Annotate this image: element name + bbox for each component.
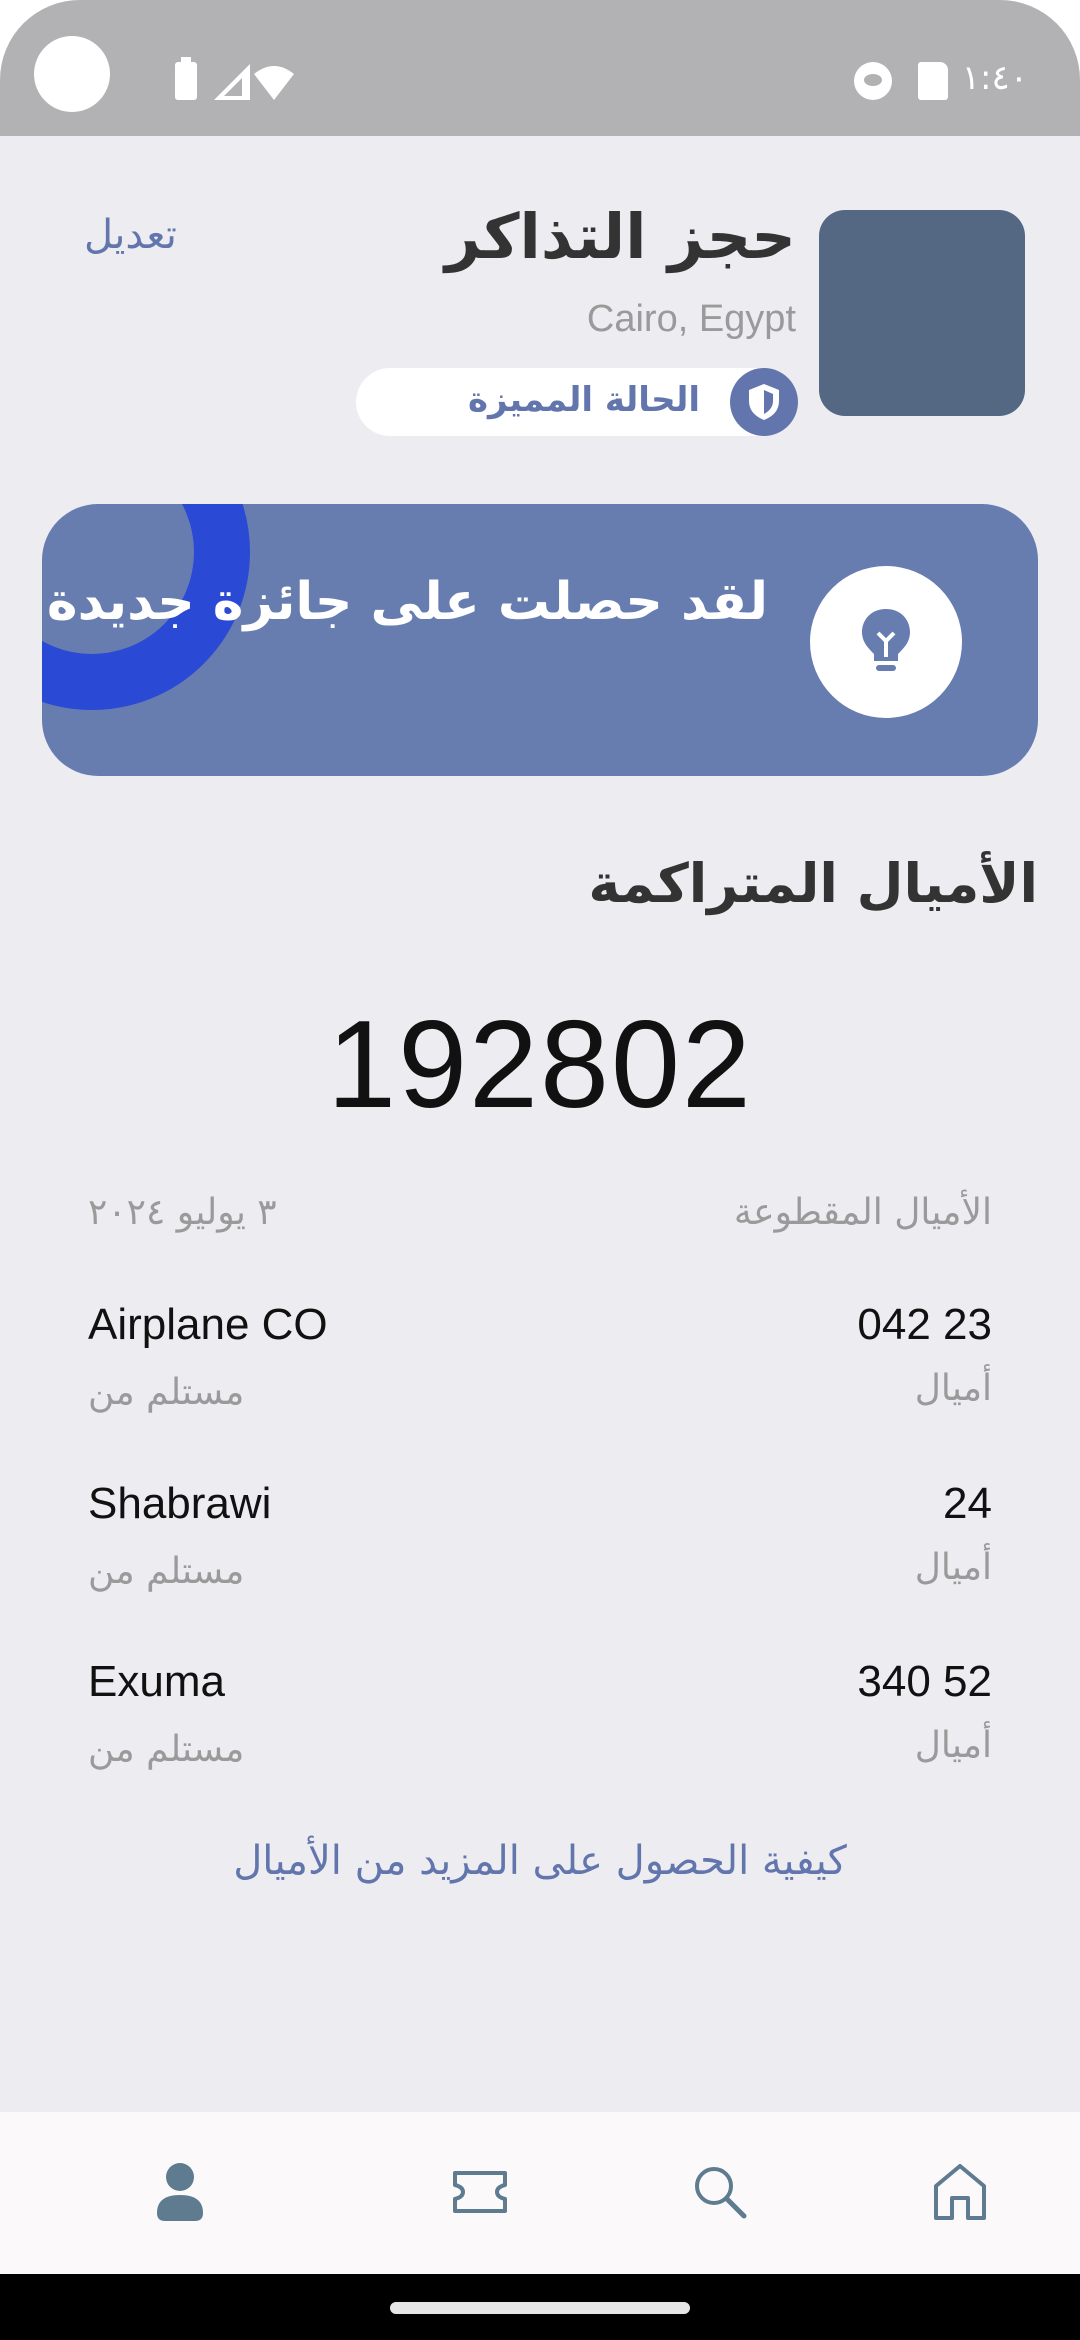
signal-icon xyxy=(214,64,250,100)
location-text: Cairo, Egypt xyxy=(586,298,796,340)
nav-tickets[interactable] xyxy=(440,2152,520,2232)
premium-status-badge[interactable]: الحالة المميزة xyxy=(356,368,798,436)
transaction-amount: 340 52 xyxy=(857,1657,992,1706)
accumulated-miles-title: الأميال المتراكمة xyxy=(588,852,1038,915)
transaction-source: Airplane CO xyxy=(88,1300,328,1349)
miles-total: 192802 xyxy=(327,996,753,1134)
notification-app-icon xyxy=(854,62,892,100)
transaction-unit: أميال xyxy=(914,1725,992,1766)
status-time: ١:٤٠ xyxy=(961,58,1028,98)
transaction-row[interactable]: Shabrawi مستلم من 24 أميال xyxy=(88,1479,992,1619)
transaction-source: Exuma xyxy=(88,1657,225,1706)
app-screen: ١:٤٠ حجز التذاكر Cairo, Egypt تعديل الحا… xyxy=(0,0,1080,2340)
status-bar: ١:٤٠ xyxy=(0,0,1080,136)
home-gesture-handle[interactable] xyxy=(390,2302,690,2314)
transaction-unit: أميال xyxy=(914,1547,992,1588)
nav-profile[interactable] xyxy=(140,2152,220,2232)
traveled-miles-label: الأميال المقطوعة xyxy=(733,1192,992,1233)
reward-text: لقد حصلت على جائزة جديدة xyxy=(46,572,768,632)
page-title: حجز التذاكر xyxy=(444,200,796,273)
transaction-row[interactable]: Exuma مستلم من 340 52 أميال xyxy=(88,1657,992,1797)
sd-card-icon xyxy=(918,62,948,100)
transaction-amount: 042 23 xyxy=(857,1300,992,1349)
earn-more-miles-link[interactable]: كيفية الحصول على المزيد من الأميال xyxy=(0,1838,1080,1884)
edit-button[interactable]: تعديل xyxy=(84,212,177,258)
transaction-source: Shabrawi xyxy=(88,1479,272,1528)
transaction-source-label: مستلم من xyxy=(88,1372,245,1413)
bottom-navigation xyxy=(0,2112,1080,2274)
avatar[interactable] xyxy=(819,210,1025,416)
lightbulb-icon xyxy=(810,566,962,718)
gesture-navigation-bar xyxy=(0,2274,1080,2340)
transaction-unit: أميال xyxy=(914,1368,992,1409)
nav-home[interactable] xyxy=(920,2152,1000,2232)
profile-icon xyxy=(157,2163,203,2221)
battery-icon xyxy=(175,57,197,100)
miles-date: ٣ يوليو ٢٠٢٤ xyxy=(88,1192,277,1233)
camera-cutout xyxy=(34,36,110,112)
transaction-amount: 24 xyxy=(943,1479,992,1528)
transaction-row[interactable]: Airplane CO مستلم من 042 23 أميال xyxy=(88,1300,992,1440)
home-icon xyxy=(934,2164,986,2220)
transaction-source-label: مستلم من xyxy=(88,1551,245,1592)
status-label: الحالة المميزة xyxy=(467,380,700,420)
wifi-icon xyxy=(254,66,294,100)
reward-banner[interactable]: لقد حصلت على جائزة جديدة xyxy=(42,504,1038,776)
nav-search[interactable] xyxy=(680,2152,760,2232)
transaction-source-label: مستلم من xyxy=(88,1729,245,1770)
shield-icon xyxy=(730,368,798,436)
ticket-icon xyxy=(453,2171,507,2213)
search-icon xyxy=(695,2167,747,2219)
